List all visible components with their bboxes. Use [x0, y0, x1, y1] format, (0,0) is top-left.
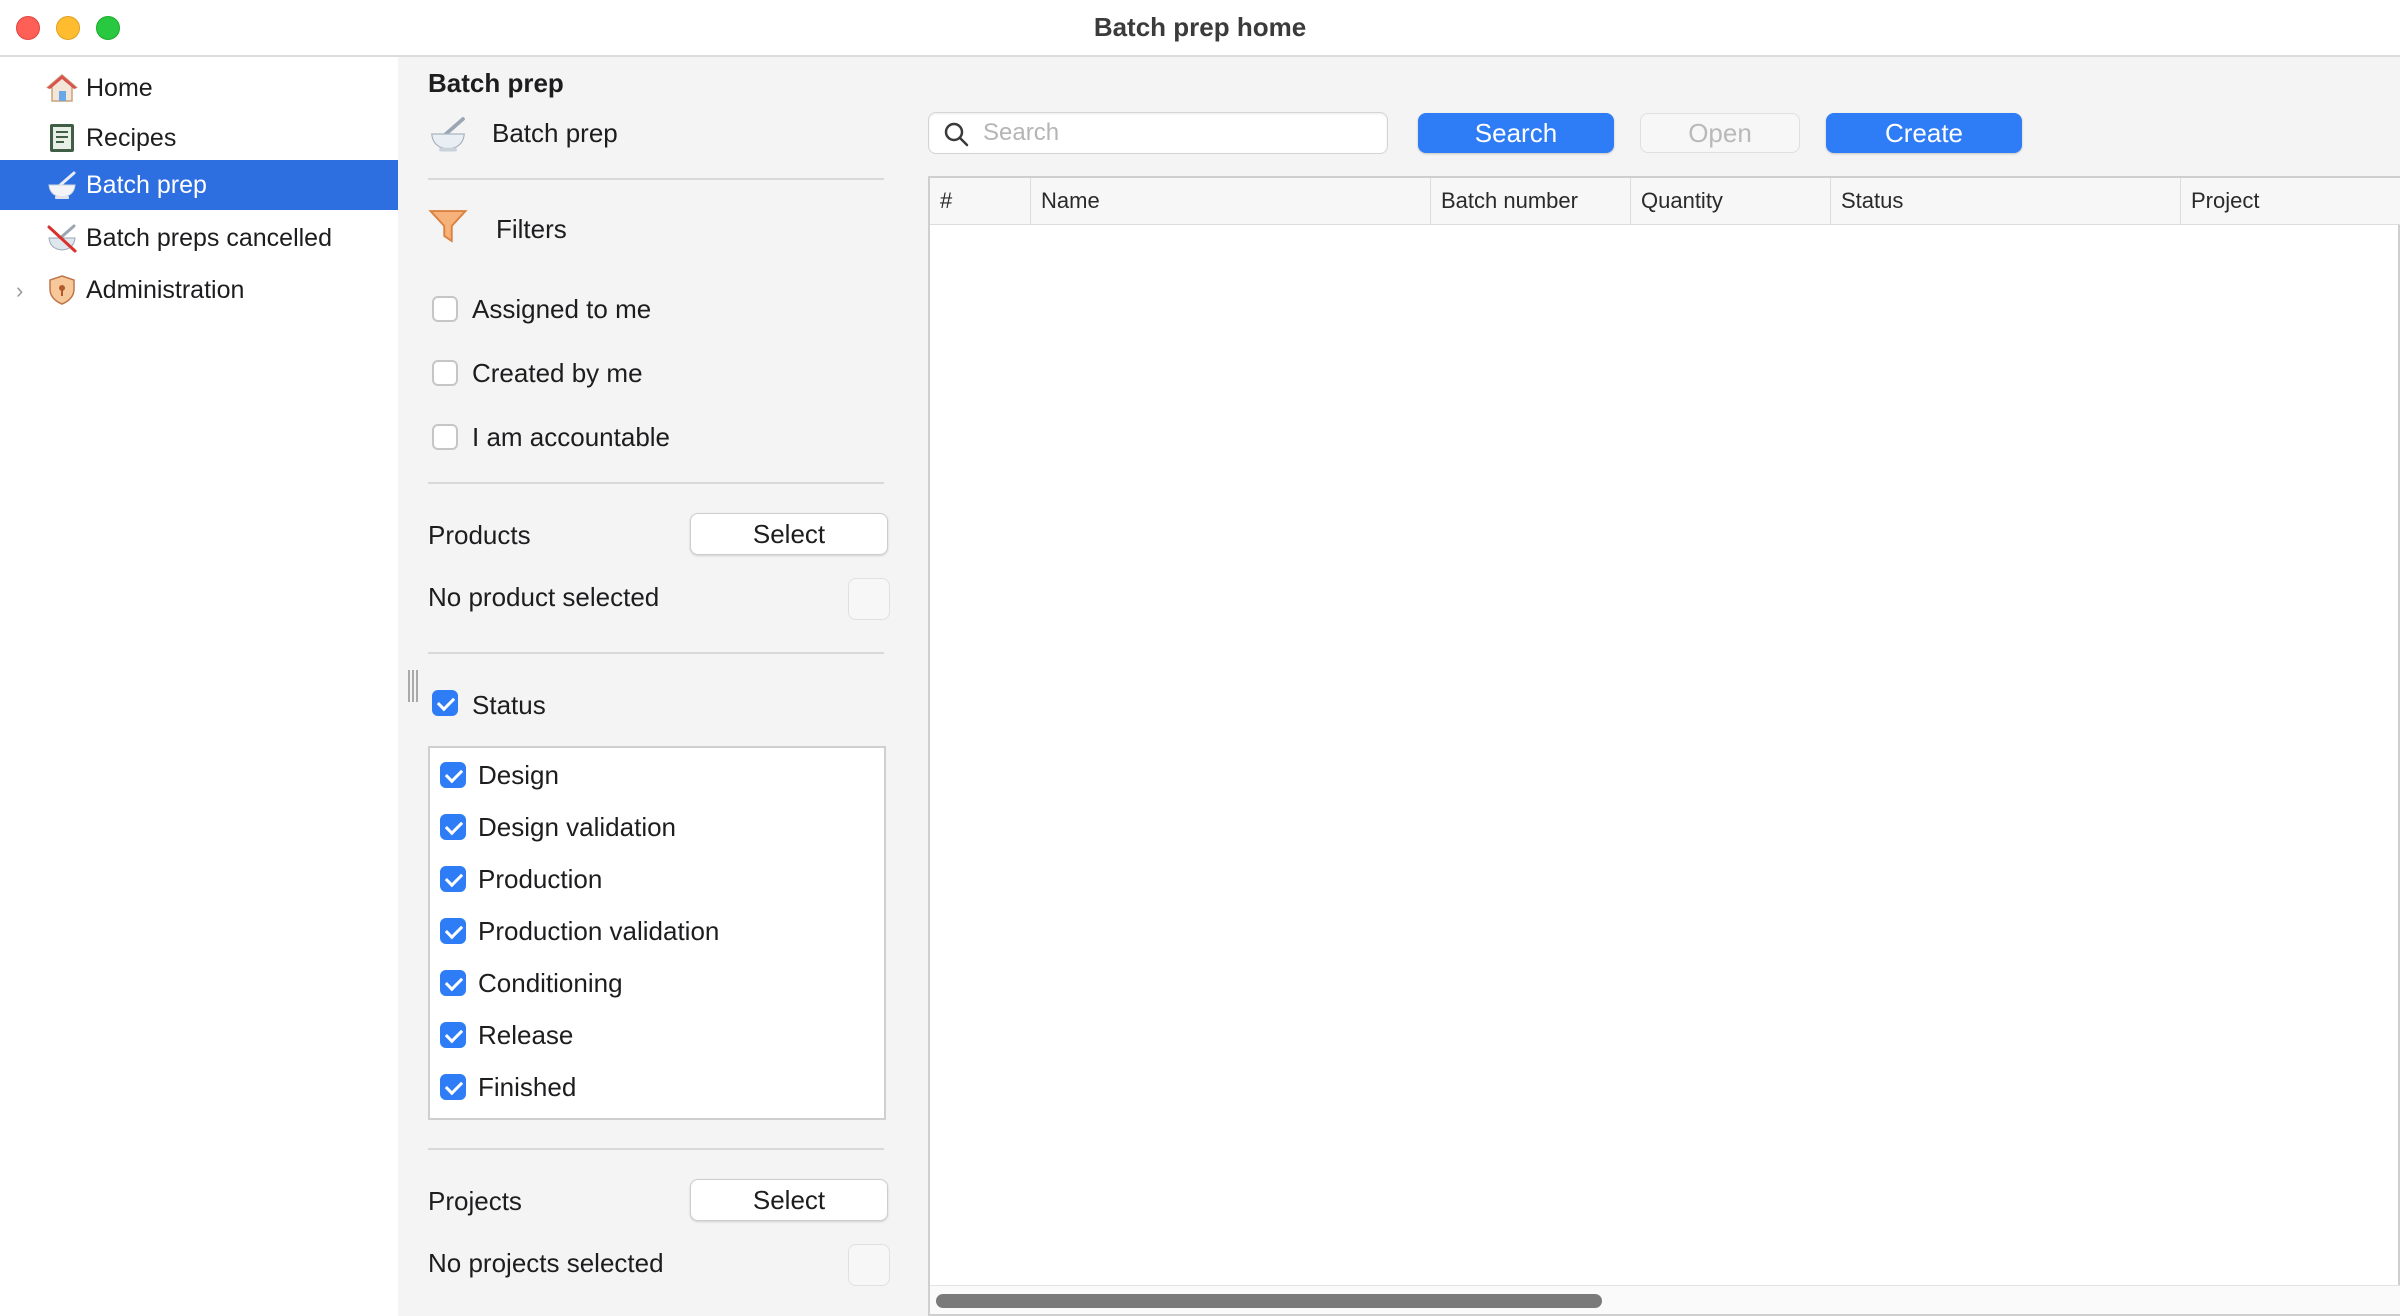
column-header-quantity[interactable]: Quantity: [1630, 178, 1830, 224]
sidebar-item-batch-preps-cancelled[interactable]: Batch preps cancelled: [0, 213, 398, 263]
left-splitter-handle[interactable]: [408, 670, 418, 702]
no-projects-selected-text: No projects selected: [428, 1248, 664, 1278]
chevron-right-icon[interactable]: ›: [16, 278, 23, 304]
status-design-validation-checkbox[interactable]: [440, 814, 466, 840]
sidebar-item-label: Administration: [86, 276, 245, 304]
products-clear-button[interactable]: [848, 578, 890, 620]
window-title: Batch prep home: [1093, 12, 1307, 42]
home-icon: [45, 72, 79, 104]
status-option-label: Release: [478, 1020, 574, 1050]
status-conditioning-checkbox[interactable]: [440, 970, 466, 996]
search-button[interactable]: Search: [1418, 113, 1614, 153]
sidebar-item-home[interactable]: Home: [0, 63, 398, 113]
divider: [428, 1148, 884, 1150]
assigned-to-me-checkbox[interactable]: [432, 296, 458, 322]
divider: [428, 652, 884, 654]
status-option-label: Design: [478, 760, 559, 790]
products-label: Products: [428, 520, 531, 550]
section-title: Batch prep: [428, 68, 564, 98]
column-header-batch-number[interactable]: Batch number: [1430, 178, 1630, 224]
recipe-book-icon: [46, 122, 78, 154]
mortar-cancelled-icon: [46, 222, 78, 254]
sidebar-item-batch-prep[interactable]: Batch prep: [0, 160, 398, 210]
search-input[interactable]: [983, 113, 1379, 153]
batch-prep-header-label: Batch prep: [492, 118, 618, 148]
projects-label: Projects: [428, 1186, 522, 1216]
sidebar-item-label: Batch preps cancelled: [86, 224, 332, 252]
status-option-label: Production: [478, 864, 603, 894]
sidebar-item-label: Batch prep: [86, 171, 207, 199]
assigned-to-me-label: Assigned to me: [472, 294, 652, 324]
sidebar: Home Recipes Batch prep Batch preps canc…: [0, 57, 398, 1316]
column-header-project[interactable]: Project: [2180, 178, 2400, 224]
sidebar-item-label: Home: [86, 74, 153, 102]
status-checkbox[interactable]: [432, 690, 458, 716]
mortar-icon: [46, 169, 78, 201]
filter-panel: [398, 57, 910, 1316]
status-release-checkbox[interactable]: [440, 1022, 466, 1048]
column-header-number[interactable]: #: [930, 178, 1030, 224]
status-design-checkbox[interactable]: [440, 762, 466, 788]
status-production-checkbox[interactable]: [440, 866, 466, 892]
funnel-icon: [428, 206, 468, 251]
status-production-validation-checkbox[interactable]: [440, 918, 466, 944]
sidebar-item-label: Recipes: [86, 124, 177, 152]
title-bar: Batch prep home: [0, 0, 2400, 57]
shield-icon: [46, 274, 78, 306]
no-product-selected-text: No product selected: [428, 582, 660, 612]
filters-label: Filters: [496, 214, 567, 244]
projects-select-button[interactable]: Select: [690, 1179, 888, 1221]
i-am-accountable-label: I am accountable: [472, 422, 671, 452]
horizontal-scrollbar[interactable]: [930, 1285, 2400, 1314]
status-label: Status: [472, 690, 546, 720]
table-header: # Name Batch number Quantity Status Proj…: [930, 178, 2400, 225]
column-header-name[interactable]: Name: [1030, 178, 1430, 224]
status-finished-checkbox[interactable]: [440, 1074, 466, 1100]
create-button[interactable]: Create: [1826, 113, 2022, 153]
sidebar-item-recipes[interactable]: Recipes: [0, 113, 398, 163]
divider: [428, 178, 884, 180]
search-field[interactable]: [928, 112, 1388, 154]
sidebar-item-administration[interactable]: › Administration: [0, 265, 398, 315]
open-button[interactable]: Open: [1640, 113, 1800, 153]
status-option-label: Finished: [478, 1072, 577, 1102]
status-option-label: Production validation: [478, 916, 720, 946]
scrollbar-thumb[interactable]: [936, 1294, 1602, 1308]
status-option-label: Conditioning: [478, 968, 623, 998]
status-option-label: Design validation: [478, 812, 677, 842]
products-select-button[interactable]: Select: [690, 513, 888, 555]
column-header-status[interactable]: Status: [1830, 178, 2180, 224]
results-table: # Name Batch number Quantity Status Proj…: [928, 176, 2400, 1316]
search-icon: [943, 121, 969, 152]
divider: [428, 482, 884, 484]
mortar-icon: [428, 114, 468, 159]
created-by-me-checkbox[interactable]: [432, 360, 458, 386]
created-by-me-label: Created by me: [472, 358, 643, 388]
projects-clear-button[interactable]: [848, 1244, 890, 1286]
i-am-accountable-checkbox[interactable]: [432, 424, 458, 450]
